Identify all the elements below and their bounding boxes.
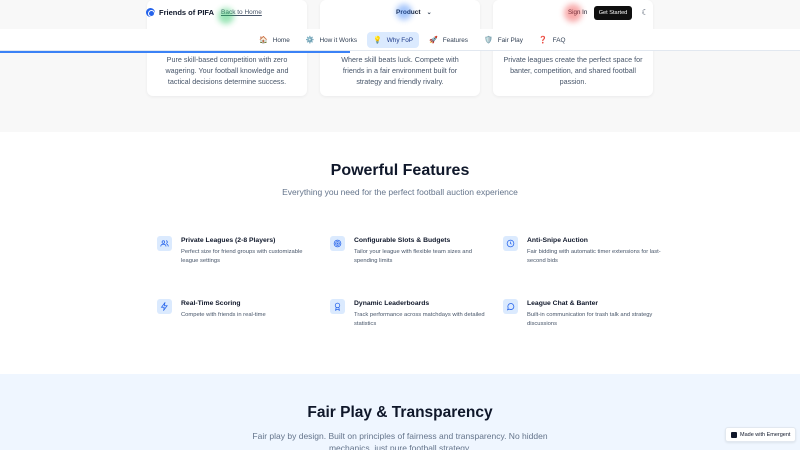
clock-icon [503, 236, 518, 251]
nav-item-label: How it Works [319, 36, 358, 44]
feature-title: Private Leagues (2-8 Players) [181, 237, 276, 244]
section-nav: 🏠 Home ⚙️ How it Works 💡 Why FoP 🚀 Featu… [0, 29, 800, 51]
fair-play-title: Fair Play & Transparency [307, 404, 493, 421]
shield-icon: 🛡️ [483, 36, 493, 44]
award-icon [330, 299, 345, 314]
fair-play-subtitle: Fair play by design. Built on principles… [252, 431, 548, 450]
feature-title: League Chat & Banter [527, 300, 599, 307]
nav-item-label: Fair Play [497, 36, 523, 44]
feature-desc: Fair bidding with automatic timer extens… [527, 249, 661, 264]
nav-item-faq[interactable]: ❓ FAQ [533, 32, 572, 48]
made-with-emergent-badge[interactable]: Made with Emergent [725, 427, 797, 442]
emergent-logo-icon [731, 431, 737, 438]
nav-item-how-it-works[interactable]: ⚙️ How it Works [300, 32, 363, 48]
click-marker [564, 4, 582, 22]
feature-title: Anti-Snipe Auction [527, 237, 588, 244]
brand-name: Friends of PIFA [159, 8, 215, 17]
feature-desc: Built-in communication for trash talk an… [527, 312, 653, 327]
feature-desc: Perfect size for friend groups with cust… [181, 249, 303, 264]
value-card-text: Where skill beats luck. Compete with fri… [341, 55, 459, 86]
nav-item-fair-play[interactable]: 🛡️ Fair Play [478, 32, 529, 48]
site-header: Friends of PIFA Back to Home Product ⌄ S… [0, 0, 800, 26]
click-marker [218, 8, 234, 24]
rocket-icon: 🚀 [429, 36, 438, 44]
brand-logo-icon [146, 8, 155, 17]
target-icon [330, 236, 345, 251]
brand[interactable]: Friends of PIFA [146, 8, 214, 17]
features-subtitle: Everything you need for the perfect foot… [282, 187, 518, 197]
home-icon: 🏠 [259, 36, 268, 44]
nav-item-why-fop[interactable]: 💡 Why FoP [367, 32, 420, 48]
click-marker [396, 4, 412, 20]
gear-icon: ⚙️ [305, 36, 315, 44]
nav-item-label: FAQ [552, 36, 566, 44]
nav-item-label: Home [272, 36, 290, 44]
nav-item-label: Why FoP [386, 36, 414, 44]
feature-desc: Tailor your league with flexible team si… [354, 249, 472, 264]
feature-title: Configurable Slots & Budgets [354, 237, 451, 244]
feature-title: Real-Time Scoring [181, 300, 241, 307]
bolt-icon [157, 299, 172, 314]
feature-desc: Track performance across matchdays with … [354, 312, 485, 327]
chat-icon [503, 299, 518, 314]
lightbulb-icon: 💡 [373, 36, 382, 44]
get-started-button[interactable]: Get Started [594, 6, 632, 20]
feature-title: Dynamic Leaderboards [354, 300, 430, 307]
moon-icon[interactable]: ☾ [640, 8, 650, 18]
nav-item-features[interactable]: 🚀 Features [423, 32, 474, 48]
features-title: Powerful Features [330, 162, 470, 179]
users-icon [157, 236, 172, 251]
badge-label: Made with Emergent [740, 431, 791, 438]
value-card-text: Private leagues create the perfect space… [503, 55, 643, 86]
nav-item-home[interactable]: 🏠 Home [253, 32, 296, 48]
feature-desc: Compete with friends in real-time [181, 312, 266, 318]
question-icon: ❓ [538, 36, 548, 44]
value-card-text: Pure skill-based competition with zero w… [165, 55, 289, 86]
chevron-down-icon: ⌄ [426, 10, 432, 16]
nav-item-label: Features [442, 36, 468, 44]
scroll-progress-bar [0, 51, 350, 53]
